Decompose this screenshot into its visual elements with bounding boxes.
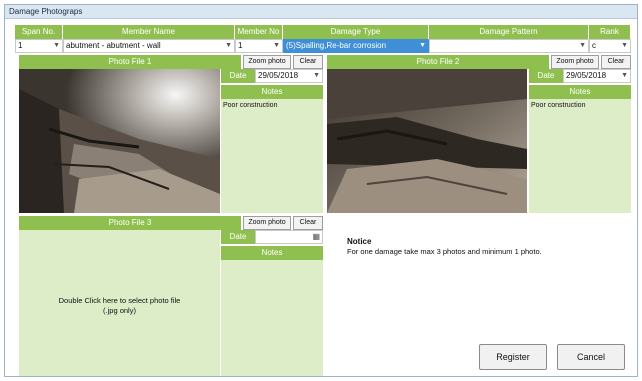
photo-1-notes-label: Notes bbox=[221, 85, 323, 99]
header-rank: Rank bbox=[589, 25, 631, 39]
member-name-value: abutment - abutment - wall bbox=[66, 41, 161, 50]
damage-photographs-window: Damage Photograps Span No. Member Name M… bbox=[4, 4, 638, 377]
photo-2-date-field[interactable]: 29/05/2018 ▼ bbox=[563, 69, 631, 83]
window-title: Damage Photograps bbox=[5, 5, 637, 19]
member-no-value: 1 bbox=[238, 41, 243, 50]
concrete-damage-photo-2 bbox=[327, 69, 527, 213]
photo-2-notes-field[interactable]: Poor construction bbox=[529, 99, 631, 213]
photo-2-notes-value: Poor construction bbox=[531, 102, 586, 109]
photo-3-notes-field[interactable] bbox=[221, 260, 323, 376]
notice-title: Notice bbox=[347, 237, 372, 246]
clear-photo-2-button[interactable]: Clear bbox=[601, 55, 631, 69]
photo-2-notes-label: Notes bbox=[529, 85, 631, 99]
chevron-down-icon: ▼ bbox=[225, 42, 232, 49]
chevron-down-icon: ▼ bbox=[313, 72, 320, 79]
photo-3-date-field[interactable]: ▦ bbox=[255, 230, 323, 244]
clear-photo-1-button[interactable]: Clear bbox=[293, 55, 323, 69]
header-damage-pattern: Damage Pattern bbox=[429, 25, 589, 39]
photo-3-notes-label: Notes bbox=[221, 246, 323, 260]
chevron-down-icon: ▼ bbox=[419, 42, 426, 49]
chevron-down-icon: ▼ bbox=[273, 42, 280, 49]
photo-1-date-label: Date bbox=[221, 69, 255, 83]
member-name-select[interactable]: abutment - abutment - wall ▼ bbox=[63, 39, 235, 53]
photo-file-3-title: Photo File 3 bbox=[19, 216, 241, 230]
zoom-photo-2-button[interactable]: Zoom photo bbox=[551, 55, 599, 69]
notice-text: For one damage take max 3 photos and min… bbox=[347, 247, 542, 256]
calendar-icon[interactable]: ▦ bbox=[312, 231, 320, 243]
rank-select[interactable]: c ▼ bbox=[589, 39, 631, 53]
span-no-select[interactable]: 1 ▼ bbox=[15, 39, 63, 53]
photo-1-image[interactable] bbox=[19, 69, 220, 213]
clear-photo-3-button[interactable]: Clear bbox=[293, 216, 323, 230]
photo-1-notes-value: Poor construction bbox=[223, 102, 278, 109]
photo-3-placeholder-line-1: Double Click here to select photo file bbox=[58, 296, 181, 305]
photo-1-date-value: 29/05/2018 bbox=[258, 71, 299, 80]
photo-file-1-title: Photo File 1 bbox=[19, 55, 241, 69]
header-damage-type: Damage Type bbox=[283, 25, 429, 39]
photo-3-drop-area[interactable]: Double Click here to select photo file (… bbox=[19, 230, 220, 376]
span-no-value: 1 bbox=[18, 41, 23, 50]
photo-file-2-title: Photo File 2 bbox=[327, 55, 549, 69]
photo-3-date-label: Date bbox=[221, 230, 255, 244]
photo-3-placeholder-line-2: (.jpg only) bbox=[103, 306, 136, 315]
header-member-no: Member No bbox=[235, 25, 283, 39]
photo-2-date-value: 29/05/2018 bbox=[566, 71, 607, 80]
photo-2-image[interactable] bbox=[327, 69, 527, 213]
photo-1-notes-field[interactable]: Poor construction bbox=[221, 99, 323, 213]
chevron-down-icon: ▼ bbox=[579, 42, 586, 49]
photo-2-date-label: Date bbox=[529, 69, 563, 83]
register-button[interactable]: Register bbox=[479, 344, 547, 370]
chevron-down-icon: ▼ bbox=[621, 42, 628, 49]
header-span-no: Span No. bbox=[15, 25, 63, 39]
member-no-select[interactable]: 1 ▼ bbox=[235, 39, 283, 53]
zoom-photo-3-button[interactable]: Zoom photo bbox=[243, 216, 291, 230]
zoom-photo-1-button[interactable]: Zoom photo bbox=[243, 55, 291, 69]
cancel-button[interactable]: Cancel bbox=[557, 344, 625, 370]
damage-pattern-select[interactable]: ▼ bbox=[429, 39, 589, 53]
photo-1-date-field[interactable]: 29/05/2018 ▼ bbox=[255, 69, 323, 83]
rank-value: c bbox=[592, 41, 596, 50]
concrete-damage-photo-1 bbox=[19, 69, 220, 213]
chevron-down-icon: ▼ bbox=[53, 42, 60, 49]
header-member-name: Member Name bbox=[63, 25, 235, 39]
chevron-down-icon: ▼ bbox=[621, 72, 628, 79]
damage-type-select[interactable]: (5)Spalling,Re-bar corrosion ▼ bbox=[283, 39, 429, 53]
damage-type-value: (5)Spalling,Re-bar corrosion bbox=[286, 41, 387, 50]
